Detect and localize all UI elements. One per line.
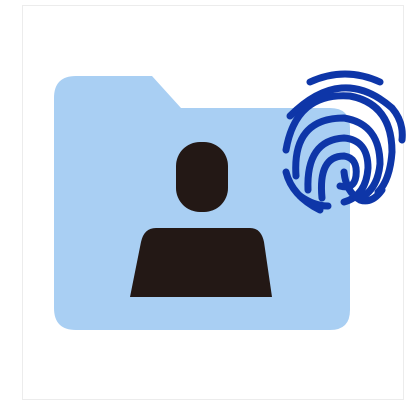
- icon-canvas: [0, 0, 407, 405]
- user-folder-fingerprint-icon: [54, 70, 406, 330]
